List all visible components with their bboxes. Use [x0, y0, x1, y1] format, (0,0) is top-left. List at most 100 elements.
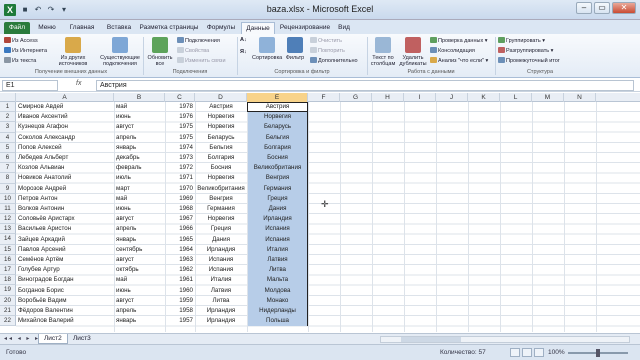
cell-month[interactable]: август [114, 214, 165, 224]
row-header[interactable]: 22 [0, 315, 16, 327]
cell-month[interactable]: март [114, 184, 165, 194]
cell-name[interactable]: Зайцев Аркадий [16, 235, 114, 245]
row-header[interactable]: 8 [0, 173, 16, 184]
cell-year[interactable]: 1975 [165, 133, 195, 143]
cell-country[interactable]: Норвегия [195, 122, 247, 132]
from-access-button[interactable]: Из Access [4, 37, 38, 45]
row-header[interactable]: 10 [0, 193, 16, 204]
from-web-button[interactable]: Из Интернета [4, 47, 47, 55]
row-header[interactable]: 6 [0, 152, 16, 164]
normal-view-button[interactable] [510, 348, 520, 357]
cell-name[interactable]: Фёдоров Валентин [16, 306, 114, 316]
maximize-button[interactable]: ▭ [594, 2, 610, 14]
properties-button[interactable]: Свойства [177, 47, 209, 55]
cell-country[interactable]: Латвия [195, 286, 247, 296]
tab-data[interactable]: Данные [241, 22, 275, 34]
row-header[interactable]: 21 [0, 305, 16, 316]
row-header[interactable]: 3 [0, 122, 16, 133]
cell-name[interactable]: Семёнов Артём [16, 255, 114, 265]
cell-month[interactable]: апрель [114, 224, 165, 234]
cell-e[interactable]: Испания [247, 224, 308, 234]
cell-year[interactable]: 1972 [165, 163, 195, 173]
row-header[interactable]: 16 [0, 254, 16, 265]
cell-month[interactable]: декабрь [114, 153, 165, 163]
from-text-button[interactable]: Из текста [4, 57, 36, 65]
ungroup-button[interactable]: Разгруппировать ▾ [498, 47, 553, 55]
column-header-f[interactable]: F [308, 93, 340, 102]
cell-month[interactable]: октябрь [114, 265, 165, 275]
cell-country[interactable]: Италия [195, 275, 247, 285]
cell-e[interactable]: Беларусь [247, 122, 308, 132]
cell-month[interactable]: январь [114, 316, 165, 326]
cell-e[interactable]: Болгария [247, 143, 308, 153]
cell-country[interactable]: Дания [195, 235, 247, 245]
cell-name[interactable]: Соловьёв Аристарх [16, 214, 114, 224]
cell-e[interactable]: Германия [247, 184, 308, 194]
row-header[interactable]: 20 [0, 295, 16, 306]
cell-country[interactable]: Австрия [195, 102, 247, 112]
cell-e[interactable]: Польша [247, 316, 308, 326]
cell-year[interactable]: 1976 [165, 112, 195, 122]
cell-year[interactable]: 1973 [165, 153, 195, 163]
cell-e[interactable]: Норвегия [247, 112, 308, 122]
cell-name[interactable]: Воробьёв Вадим [16, 296, 114, 306]
cell-e[interactable]: Великобритания [247, 163, 308, 173]
formula-input[interactable]: Австрия [96, 80, 634, 91]
cell-name[interactable]: Васильев Аристон [16, 224, 114, 234]
cell-country[interactable]: Венгрия [195, 194, 247, 204]
what-if-button[interactable]: Анализ "что если" ▾ [430, 57, 488, 65]
cell-year[interactable]: 1958 [165, 306, 195, 316]
cell-country[interactable]: Ирландия [195, 316, 247, 326]
cell-name[interactable]: Волков Антонин [16, 204, 114, 214]
cell-name[interactable]: Кузнецов Агафон [16, 122, 114, 132]
tab-view[interactable]: Вид [334, 22, 354, 34]
select-all-corner[interactable] [0, 93, 16, 102]
row-header[interactable]: 7 [0, 163, 16, 174]
scrollbar-thumb[interactable] [401, 337, 461, 342]
filter-button[interactable]: Фильтр [282, 37, 308, 61]
tab-page-layout[interactable]: Разметка страницы [138, 22, 200, 34]
fx-icon[interactable]: fx [76, 80, 81, 87]
edit-links-button[interactable]: Изменить связи [177, 57, 226, 65]
cell-year[interactable]: 1959 [165, 296, 195, 306]
cell-year[interactable]: 1963 [165, 255, 195, 265]
cell-month[interactable]: август [114, 296, 165, 306]
cell-month[interactable]: август [114, 122, 165, 132]
cell-name[interactable]: Петров Антон [16, 194, 114, 204]
cell-e[interactable]: Латвия [247, 255, 308, 265]
cell-e[interactable]: Италия [247, 245, 308, 255]
cell-month[interactable]: май [114, 102, 165, 112]
close-button[interactable]: ✕ [612, 2, 636, 14]
sheet-tab-list3[interactable]: Лист3 [68, 334, 96, 344]
cell-month[interactable]: апрель [114, 306, 165, 316]
cell-year[interactable]: 1968 [165, 204, 195, 214]
cell-e[interactable]: Греция [247, 194, 308, 204]
column-header-d[interactable]: D [195, 93, 247, 102]
cell-month[interactable]: май [114, 194, 165, 204]
cell-country[interactable]: Норвегия [195, 214, 247, 224]
cell-e[interactable]: Монако [247, 296, 308, 306]
column-header-i[interactable]: I [404, 93, 436, 102]
cell-e[interactable]: Испания [247, 235, 308, 245]
cell-e[interactable]: Босния [247, 153, 308, 163]
cell-country[interactable]: Ирландия [195, 245, 247, 255]
row-header[interactable]: 12 [0, 214, 16, 225]
tab-review[interactable]: Рецензирование [278, 22, 332, 34]
cell-country[interactable]: Испания [195, 255, 247, 265]
cell-name[interactable]: Морозов Андрей [16, 184, 114, 194]
cell-year[interactable]: 1965 [165, 235, 195, 245]
cell-name[interactable]: Лебедев Альберт [16, 153, 114, 163]
row-header[interactable]: 13 [0, 224, 16, 235]
cell-month[interactable]: сентябрь [114, 245, 165, 255]
cell-month[interactable]: февраль [114, 163, 165, 173]
tab-home[interactable]: Главная [64, 22, 100, 34]
cell-month[interactable]: июнь [114, 286, 165, 296]
page-break-view-button[interactable] [534, 348, 544, 357]
cell-month[interactable]: июнь [114, 112, 165, 122]
cell-year[interactable]: 1974 [165, 143, 195, 153]
cell-name[interactable]: Новиков Анатолий [16, 173, 114, 183]
cell-name[interactable]: Богданов Борис [16, 286, 114, 296]
cell-month[interactable]: январь [114, 143, 165, 153]
cell-year[interactable]: 1970 [165, 184, 195, 194]
cell-country[interactable]: Беларусь [195, 133, 247, 143]
